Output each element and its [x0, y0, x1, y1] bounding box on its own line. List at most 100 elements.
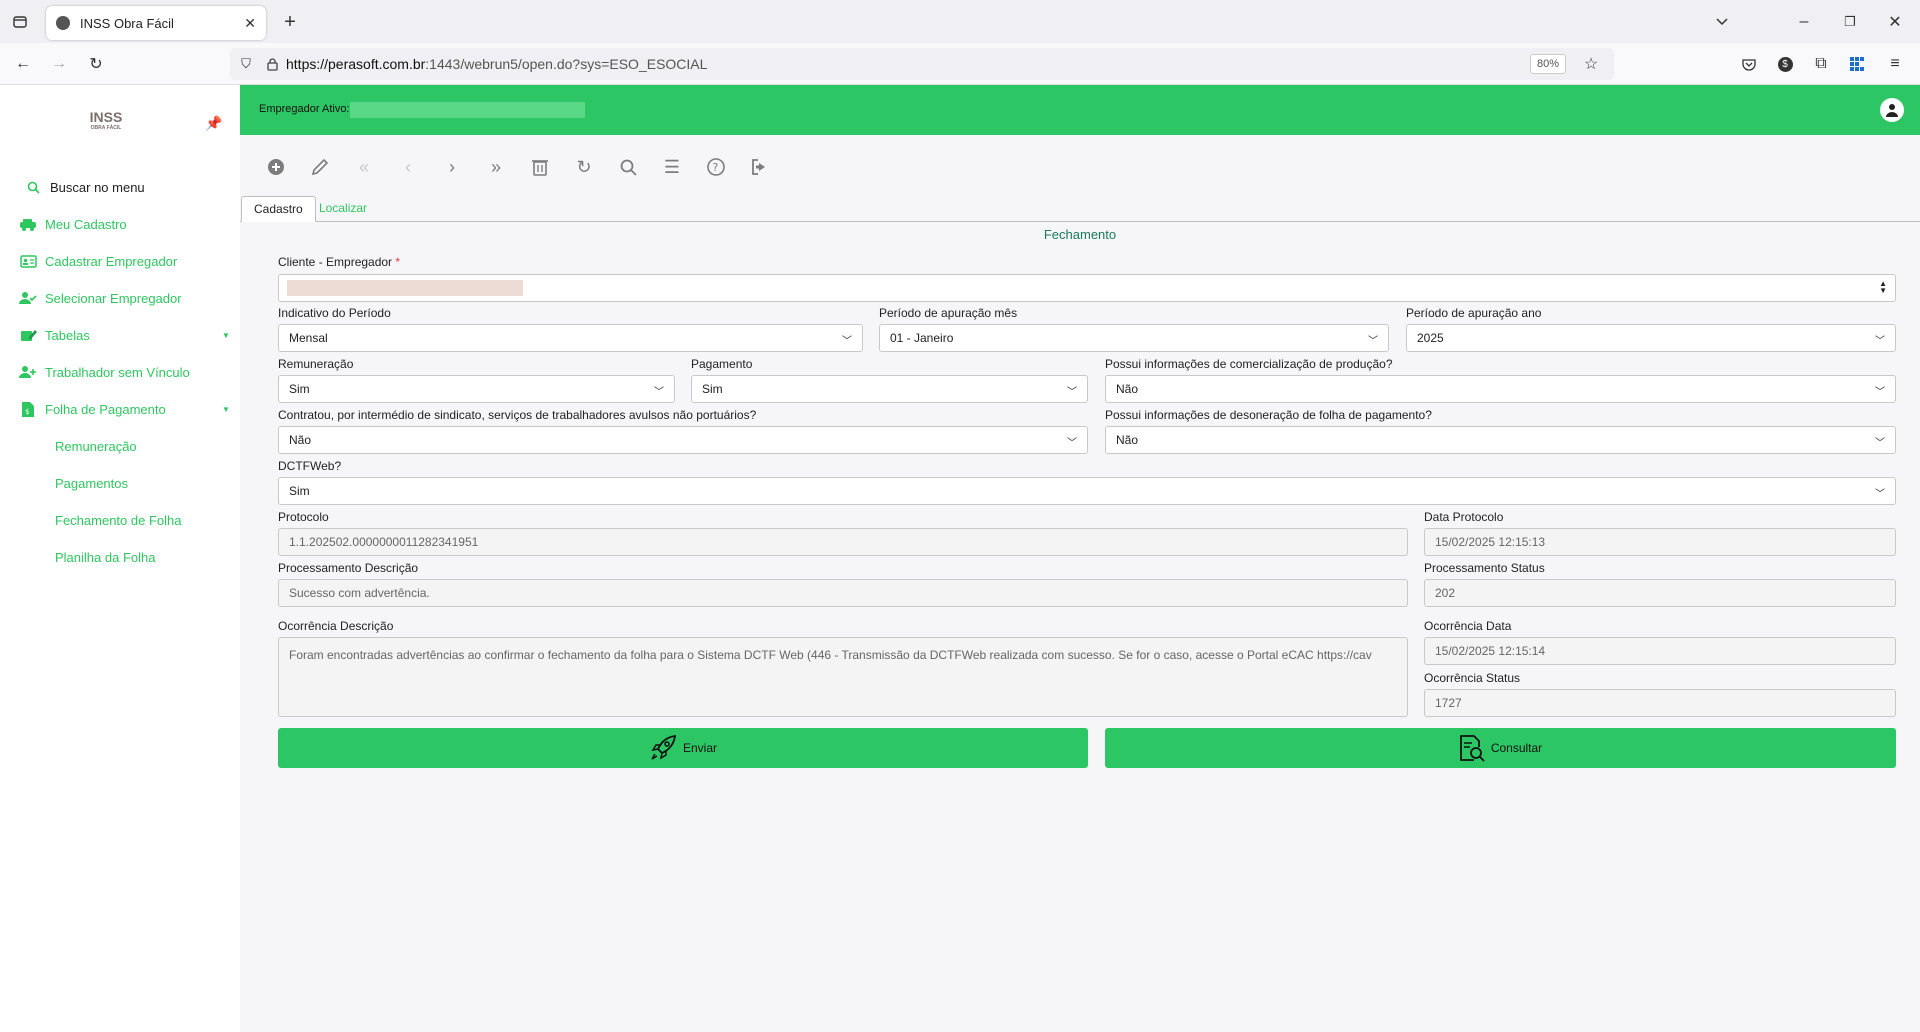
user-avatar-icon[interactable]	[1880, 98, 1904, 122]
proc-status-field[interactable]: 202	[1424, 579, 1896, 607]
close-tab-icon[interactable]: ✕	[244, 15, 256, 32]
employer-label: Empregador Ativo:	[259, 103, 350, 115]
list-tabs-chevron-icon[interactable]	[1712, 12, 1732, 32]
menu-search[interactable]: Buscar no menu	[24, 177, 145, 197]
favicon-icon	[56, 16, 70, 30]
main-content: Empregador Ativo: « ‹ › » ↻ ☰ ? Cadastro…	[240, 85, 1920, 1032]
sidebar-subitem-planilha-da-folha[interactable]: Planilha da Folha	[55, 550, 155, 565]
ocorr-status-label: Ocorrência Status	[1424, 671, 1521, 685]
delete-trash-icon[interactable]	[518, 153, 562, 181]
ocorr-status-field[interactable]: 1727	[1424, 689, 1896, 717]
sidebar: INSS OBRA FÁCIL 📌 Buscar no menu Meu Cad…	[0, 85, 240, 1032]
forward-icon[interactable]: →	[48, 53, 70, 75]
lock-icon[interactable]	[264, 56, 280, 72]
chevron-down-icon: ﹀	[654, 387, 664, 398]
sidebar-item-tabelas[interactable]: Tabelas ▼	[19, 325, 230, 345]
chevron-down-icon: ﹀	[1067, 438, 1077, 449]
shield-icon[interactable]: ⛉	[238, 56, 254, 72]
minimize-icon[interactable]: –	[1794, 12, 1814, 32]
desoneracao-select[interactable]: Não ﹀	[1105, 426, 1896, 454]
comercializacao-select[interactable]: Não ﹀	[1105, 375, 1896, 403]
sidebar-item-folha-de-pagamento[interactable]: $ Folha de Pagamento ▼	[19, 399, 230, 419]
chevron-down-icon: ﹀	[1875, 387, 1885, 398]
chevron-down-icon: ﹀	[1368, 336, 1378, 347]
sidebar-item-trabalhador-sem-vinculo[interactable]: Trabalhador sem Vínculo	[19, 362, 190, 382]
cliente-select[interactable]: ▲ ▼	[278, 274, 1896, 302]
zoom-level[interactable]: 80%	[1529, 54, 1566, 74]
sidebar-item-meu-cadastro[interactable]: Meu Cadastro	[19, 214, 127, 234]
svg-text:?: ?	[713, 161, 719, 174]
proc-status-label: Processamento Status	[1424, 561, 1545, 575]
browser-tab[interactable]: INSS Obra Fácil ✕	[46, 6, 266, 40]
proc-desc-label: Processamento Descrição	[278, 561, 419, 575]
browser-menu-icon[interactable]: ≡	[1884, 53, 1906, 75]
sidebar-subitem-fechamento-de-folha[interactable]: Fechamento de Folha	[55, 513, 181, 528]
comercializacao-label: Possui informações de comercialização de…	[1105, 357, 1393, 371]
sidebar-item-selecionar-empregador[interactable]: Selecionar Empregador	[19, 288, 182, 308]
mes-label: Período de apuração mês	[879, 306, 1018, 320]
top-bar: Empregador Ativo:	[240, 85, 1920, 135]
ocorr-data-field[interactable]: 15/02/2025 12:15:14	[1424, 637, 1896, 665]
tab-cadastro[interactable]: Cadastro	[241, 196, 316, 222]
tab-title: INSS Obra Fácil	[80, 15, 174, 31]
enviar-button[interactable]: Enviar	[278, 728, 1088, 768]
indicativo-label: Indicativo do Período	[278, 306, 391, 320]
url-bar[interactable]: ⛉ https://perasoft.com.br:1443/webrun5/o…	[230, 48, 1614, 80]
dctf-select[interactable]: Sim ﹀	[278, 477, 1896, 505]
search-icon[interactable]	[606, 153, 650, 181]
extension-dollar-icon[interactable]: $	[1774, 53, 1796, 75]
extensions-puzzle-icon[interactable]: ⧉	[1810, 53, 1832, 75]
proc-desc-field[interactable]: Sucesso com advertência.	[278, 579, 1408, 607]
protocolo-label: Protocolo	[278, 510, 329, 524]
data-protocolo-field[interactable]: 15/02/2025 12:15:13	[1424, 528, 1896, 556]
previous-record-icon[interactable]: ‹	[386, 153, 430, 181]
restore-icon[interactable]: ❐	[1840, 12, 1860, 32]
add-icon[interactable]	[254, 153, 298, 181]
dctf-label: DCTFWeb?	[278, 459, 342, 473]
url-path: :1443/webrun5/open.do?sys=ESO_ESOCIAL	[425, 56, 708, 72]
back-icon[interactable]: ←	[12, 53, 34, 75]
help-icon[interactable]: ?	[694, 153, 738, 181]
ocorr-desc-textarea[interactable]: Foram encontradas advertências ao confir…	[278, 637, 1408, 717]
protocolo-field[interactable]: 1.1.202502.0000000011282341951	[278, 528, 1408, 556]
sidebar-subitem-pagamentos[interactable]: Pagamentos	[55, 476, 128, 491]
ocorr-desc-label: Ocorrência Descrição	[278, 619, 394, 633]
bookmark-star-icon[interactable]: ☆	[1582, 55, 1600, 73]
employer-name-redacted	[350, 102, 585, 118]
exit-icon[interactable]	[738, 153, 782, 181]
cliente-value-redacted	[287, 280, 523, 296]
chevron-down-icon: ﹀	[1875, 336, 1885, 347]
extension-grid-icon[interactable]	[1846, 53, 1868, 75]
next-record-icon[interactable]: ›	[430, 153, 474, 181]
ano-select[interactable]: 2025 ﹀	[1406, 324, 1896, 352]
window-close-icon[interactable]: ✕	[1885, 12, 1905, 32]
sidebar-item-cadastrar-empregador[interactable]: Cadastrar Empregador	[19, 251, 177, 271]
svg-text:$: $	[25, 408, 29, 416]
chevron-down-icon: ﹀	[842, 336, 852, 347]
tab-list-icon[interactable]	[10, 13, 30, 31]
chevron-down-icon: ﹀	[1875, 489, 1885, 500]
pin-icon[interactable]: 📌	[205, 115, 222, 132]
record-toolbar: « ‹ › » ↻ ☰ ?	[254, 153, 782, 181]
browser-tab-bar: INSS Obra Fácil ✕ + – ❐ ✕	[0, 0, 1920, 43]
reload-icon[interactable]: ↻	[85, 53, 107, 75]
tab-localizar[interactable]: Localizar	[307, 196, 379, 222]
indicativo-select[interactable]: Mensal ﹀	[278, 324, 863, 352]
consultar-button[interactable]: Consultar	[1105, 728, 1896, 768]
sindicato-select[interactable]: Não ﹀	[278, 426, 1088, 454]
url-host: https://perasoft.com.br	[286, 56, 426, 72]
enviar-label: Enviar	[682, 741, 717, 755]
pocket-icon[interactable]	[1738, 53, 1760, 75]
edit-pencil-icon[interactable]	[298, 153, 342, 181]
refresh-icon[interactable]: ↻	[562, 153, 606, 181]
pagamento-select[interactable]: Sim ﹀	[691, 375, 1088, 403]
mes-select[interactable]: 01 - Janeiro ﹀	[879, 324, 1389, 352]
file-icon: $	[19, 401, 37, 417]
new-tab-icon[interactable]: +	[280, 11, 300, 33]
last-record-icon[interactable]: »	[474, 153, 518, 181]
sidebar-subitem-remuneracao[interactable]: Remuneração	[55, 439, 137, 454]
list-icon[interactable]: ☰	[650, 153, 694, 181]
data-protocolo-label: Data Protocolo	[1424, 510, 1504, 524]
first-record-icon[interactable]: «	[342, 153, 386, 181]
remuneracao-select[interactable]: Sim ﹀	[278, 375, 675, 403]
